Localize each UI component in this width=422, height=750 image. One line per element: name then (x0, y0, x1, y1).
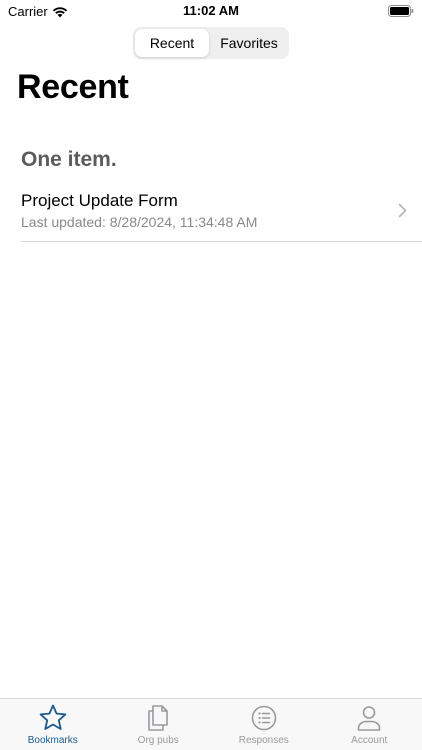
tab-responses[interactable]: Responses (211, 699, 317, 750)
status-bar: Carrier 11:02 AM (0, 0, 422, 24)
tab-label-account: Account (351, 735, 388, 746)
tab-account[interactable]: Account (317, 699, 422, 750)
list-icon (251, 705, 277, 731)
status-time: 11:02 AM (183, 3, 239, 18)
tab-label-org-pubs: Org pubs (137, 735, 179, 746)
list-item-title: Project Update Form (21, 191, 178, 210)
tab-bookmarks[interactable]: Bookmarks (0, 699, 106, 750)
segment-recent[interactable]: Recent (135, 29, 209, 57)
section-header: One item. (21, 148, 117, 171)
list-item[interactable]: Project Update Form Last updated: 8/28/2… (21, 188, 422, 242)
tab-bar: Bookmarks Org pubs Responses Account (0, 698, 422, 750)
segment-favorites[interactable]: Favorites (211, 29, 287, 57)
page-title: Recent (17, 68, 129, 106)
chevron-right-icon (398, 203, 407, 218)
star-icon (39, 704, 67, 730)
tab-label-responses: Responses (238, 735, 289, 746)
segmented-control: Recent Favorites (133, 27, 289, 59)
tab-org-pubs[interactable]: Org pubs (106, 699, 212, 750)
person-icon (357, 706, 381, 731)
battery-icon (388, 5, 414, 17)
documents-icon (148, 705, 169, 731)
tab-label-bookmarks: Bookmarks (27, 735, 78, 746)
list-item-subtitle: Last updated: 8/28/2024, 11:34:48 AM (21, 214, 258, 230)
